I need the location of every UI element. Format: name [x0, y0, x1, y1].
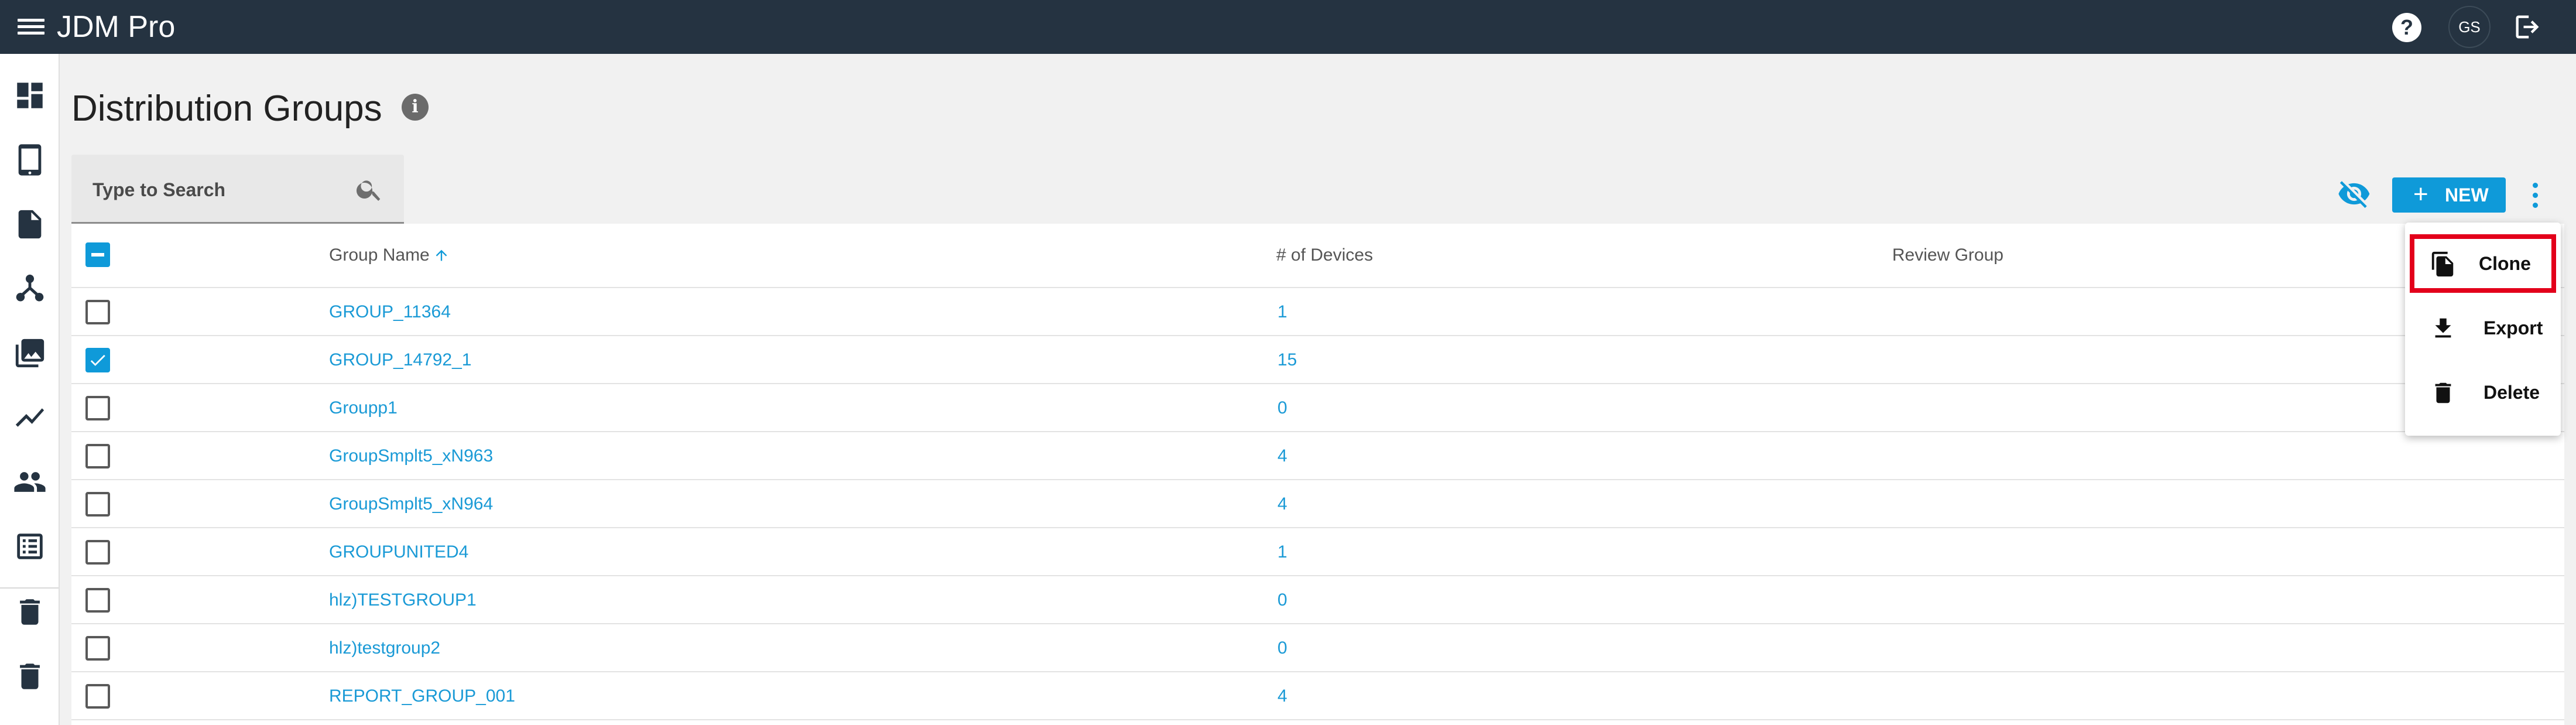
new-button-label: NEW [2445, 184, 2489, 206]
column-header-review-group[interactable]: Review Group [1892, 242, 2003, 268]
help-icon[interactable]: ? [2392, 13, 2421, 42]
device-count[interactable]: 0 [1277, 396, 1287, 420]
new-button[interactable]: + NEW [2392, 177, 2506, 213]
table-row[interactable]: Groupp1 0 [71, 384, 2564, 432]
row-checkbox[interactable] [85, 588, 110, 613]
menu-item-label: Clone [2479, 253, 2531, 274]
group-name-link[interactable]: GROUP_14792_1 [329, 348, 472, 372]
device-count[interactable]: 4 [1277, 492, 1287, 517]
avatar[interactable]: GS [2448, 6, 2491, 48]
group-name-link[interactable]: GroupSmplt5_xN963 [329, 444, 493, 468]
device-count[interactable]: 0 [1277, 636, 1287, 661]
group-name-link[interactable]: GroupSmplt5_xN964 [329, 492, 493, 517]
row-checkbox[interactable] [85, 396, 110, 420]
hierarchy-icon[interactable] [13, 272, 47, 306]
logout-icon[interactable] [2512, 12, 2543, 42]
select-all-checkbox[interactable] [85, 242, 110, 267]
table-header: Group Name # of Devices Review Group [71, 224, 2564, 288]
arrow-up-icon[interactable] [433, 244, 450, 267]
table-row[interactable]: GROUP_11364 1 [71, 288, 2564, 336]
dashboard-icon[interactable] [13, 78, 47, 112]
group-name-link[interactable]: REPORT_GROUP_001 [329, 684, 515, 709]
page-title: Distribution Groups [71, 88, 382, 129]
row-checkbox[interactable] [85, 492, 110, 517]
document-icon[interactable] [13, 207, 47, 241]
group-name-link[interactable]: hlz)testgroup2 [329, 636, 440, 661]
gallery-icon[interactable] [13, 336, 47, 370]
device-count[interactable]: 4 [1277, 444, 1287, 468]
more-vert-icon[interactable] [2529, 182, 2541, 210]
table-row[interactable]: REPORT_GROUP_001 4 [71, 672, 2564, 720]
app-title: JDM Pro [57, 10, 176, 44]
copy-icon [2431, 251, 2454, 277]
people-icon[interactable] [13, 465, 47, 499]
row-checkbox[interactable] [85, 540, 110, 565]
more-actions-menu: Clone Export Delete [2405, 223, 2561, 436]
table-row[interactable]: GROUP_14792_1 15 [71, 336, 2564, 384]
tablet-icon[interactable] [13, 143, 47, 177]
download-icon [2435, 318, 2451, 338]
menu-item-label: Delete [2483, 382, 2540, 403]
plus-icon: + [2413, 180, 2428, 208]
menu-item-label: Export [2483, 317, 2543, 338]
trash-icon[interactable] [13, 659, 47, 693]
group-name-link[interactable]: hlz)TESTGROUP1 [329, 588, 477, 613]
groups-table: Group Name # of Devices Review Group GRO… [71, 224, 2564, 725]
row-checkbox[interactable] [85, 636, 110, 661]
table-row[interactable]: GroupSmplt5_xN963 4 [71, 432, 2564, 480]
visibility-off-icon[interactable] [2336, 177, 2372, 211]
list-icon[interactable] [13, 529, 47, 563]
info-icon[interactable]: i [402, 94, 429, 121]
search-input[interactable] [93, 172, 350, 207]
table-row[interactable]: hlz)testgroup2 0 [71, 624, 2564, 672]
trending-icon[interactable] [13, 401, 47, 435]
group-name-link[interactable]: GROUP_11364 [329, 300, 451, 324]
menu-icon[interactable] [18, 16, 44, 36]
table-row[interactable]: GROUPUNITED4 1 [71, 528, 2564, 576]
group-name-link[interactable]: Groupp1 [329, 396, 398, 420]
device-count[interactable]: 0 [1277, 588, 1287, 613]
row-checkbox[interactable] [85, 300, 110, 324]
group-name-link[interactable]: GROUPUNITED4 [329, 540, 468, 565]
menu-item-export[interactable]: Export [2410, 299, 2556, 357]
row-checkbox[interactable] [85, 444, 110, 468]
trash-icon [2435, 382, 2451, 403]
row-checkbox[interactable] [85, 348, 110, 372]
device-count[interactable]: 1 [1277, 300, 1287, 324]
sidebar [0, 54, 60, 725]
sidebar-divider [0, 587, 59, 589]
trash-icon[interactable] [13, 595, 47, 629]
device-count[interactable]: 1 [1277, 540, 1287, 565]
menu-item-clone[interactable]: Clone [2410, 234, 2556, 293]
device-count[interactable]: 15 [1277, 348, 1297, 372]
search-icon[interactable] [355, 175, 384, 204]
table-row[interactable]: GroupSmplt5_xN964 4 [71, 480, 2564, 528]
table-row[interactable]: hlz)TESTGROUP1 0 [71, 576, 2564, 624]
row-checkbox[interactable] [85, 684, 110, 709]
column-header-devices[interactable]: # of Devices [1276, 242, 1373, 268]
column-header-group-name[interactable]: Group Name [329, 242, 430, 268]
device-count[interactable]: 4 [1277, 684, 1287, 709]
check-icon [90, 354, 105, 366]
search-box[interactable] [71, 155, 404, 224]
menu-item-delete[interactable]: Delete [2410, 363, 2556, 422]
top-bar: JDM Pro ? GS [0, 0, 2576, 54]
